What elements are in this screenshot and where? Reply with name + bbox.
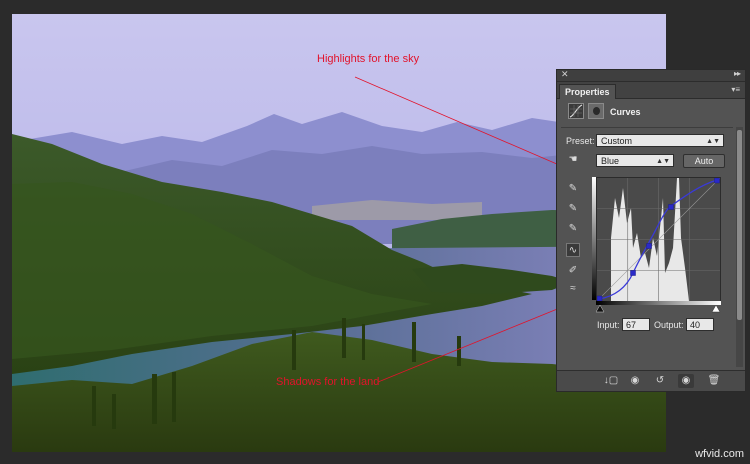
eyedropper-gray-icon[interactable]: ✎ [566,202,580,216]
white-point-slider [711,305,721,313]
preset-label: Preset: [566,136,595,146]
annotation-highlights: Highlights for the sky [317,53,420,65]
adjustment-header: Curves [557,99,747,125]
curves-adjustment-icon[interactable] [568,103,584,119]
dropdown-arrow-icon: ▲▼ [706,138,720,145]
panel-titlebar: ✕ ▸▸ [557,69,745,82]
preset-value: Custom [601,136,633,146]
curve-point [630,270,636,276]
scrollbar-thumb[interactable] [737,130,742,320]
panel-bottom-bar: ↓▢ ◉ ↺ ◉ 🗑 [557,370,745,391]
reset-icon[interactable]: ↺ [652,374,668,388]
curves-graph-canvas[interactable] [596,177,721,302]
input-label: Input: [597,320,620,330]
curve-point [714,177,720,184]
pencil-icon[interactable]: ✐ [566,264,580,278]
input-slider[interactable] [596,305,721,313]
view-previous-state-icon[interactable]: ◉ [627,374,643,388]
properties-panel: ✕ ▸▸ Properties ▾≡ Curves Preset: Custom… [556,69,746,392]
panel-menu-icon[interactable]: ▾≡ [731,85,740,94]
clip-to-layer-icon[interactable]: ↓▢ [603,374,619,388]
curves-graph[interactable] [596,177,721,302]
curve-point [646,243,652,249]
divider [561,127,733,128]
smooth-curve-icon[interactable]: ≈ [566,282,580,296]
input-field[interactable]: 67 [622,318,650,331]
panel-tabbar: Properties ▾≡ [557,82,745,99]
delete-icon[interactable]: 🗑 [706,374,722,388]
watermark: wfvid.com [695,448,744,460]
curve-edit-icon[interactable]: ∿ [566,243,580,257]
eyedropper-white-icon[interactable]: ✎ [566,222,580,236]
panel-scrollbar[interactable] [736,127,743,367]
curve-point [668,204,674,210]
eyedropper-black-icon[interactable]: ✎ [566,182,580,196]
collapse-icon[interactable]: ▸▸ [734,69,741,78]
layer-mask-icon[interactable] [588,103,604,119]
channel-dropdown[interactable]: Blue ▲▼ [596,154,674,167]
channel-value: Blue [601,156,620,166]
targeted-adjustment-icon[interactable]: ☚ [566,153,580,167]
visibility-icon[interactable]: ◉ [678,374,694,388]
annotation-shadows: Shadows for the land [276,376,380,388]
tab-properties[interactable]: Properties [559,84,616,99]
output-field[interactable]: 40 [686,318,714,331]
preset-dropdown[interactable]: Custom ▲▼ [596,134,724,147]
auto-button[interactable]: Auto [683,154,725,168]
black-point-slider [596,305,605,313]
panel-heading: Curves [610,107,641,117]
output-label: Output: [654,320,684,330]
dropdown-arrow-icon: ▲▼ [656,158,670,165]
close-icon[interactable]: ✕ [561,69,569,80]
output-gradient [592,177,596,300]
